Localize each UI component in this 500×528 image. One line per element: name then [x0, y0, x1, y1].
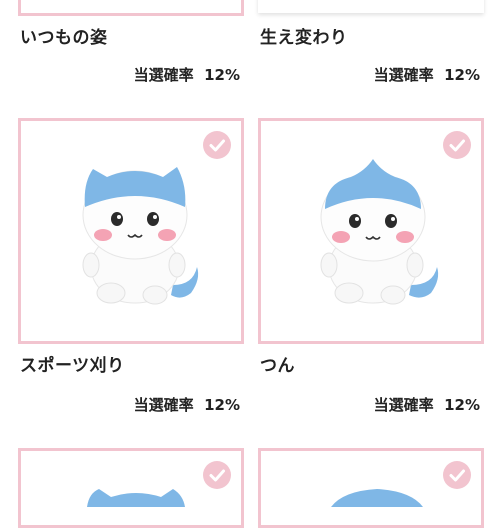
product-card-3[interactable] — [18, 118, 244, 344]
plush-toy-image — [331, 489, 423, 507]
plush-toy-image — [82, 167, 199, 305]
product-card-1[interactable] — [18, 0, 244, 16]
product-name-1: いつもの姿 — [20, 28, 108, 48]
product-card-6[interactable] — [258, 448, 484, 528]
product-name-4: つん — [260, 356, 295, 376]
check-icon[interactable] — [203, 131, 231, 159]
plush-toy-image — [87, 489, 185, 507]
check-icon[interactable] — [443, 461, 471, 489]
product-probability-4: 当選確率 12% — [373, 396, 480, 414]
check-icon[interactable] — [203, 461, 231, 489]
product-card-5[interactable] — [18, 448, 244, 528]
product-name-2: 生え変わり — [260, 28, 348, 48]
plush-toy-image — [320, 159, 439, 305]
product-name-3: スポーツ刈り — [20, 356, 125, 376]
product-probability-3: 当選確率 12% — [133, 396, 240, 414]
product-card-2[interactable] — [258, 0, 484, 13]
check-icon[interactable] — [443, 131, 471, 159]
product-probability-1: 当選確率 12% — [133, 66, 240, 84]
product-probability-2: 当選確率 12% — [373, 66, 480, 84]
product-card-4[interactable] — [258, 118, 484, 344]
